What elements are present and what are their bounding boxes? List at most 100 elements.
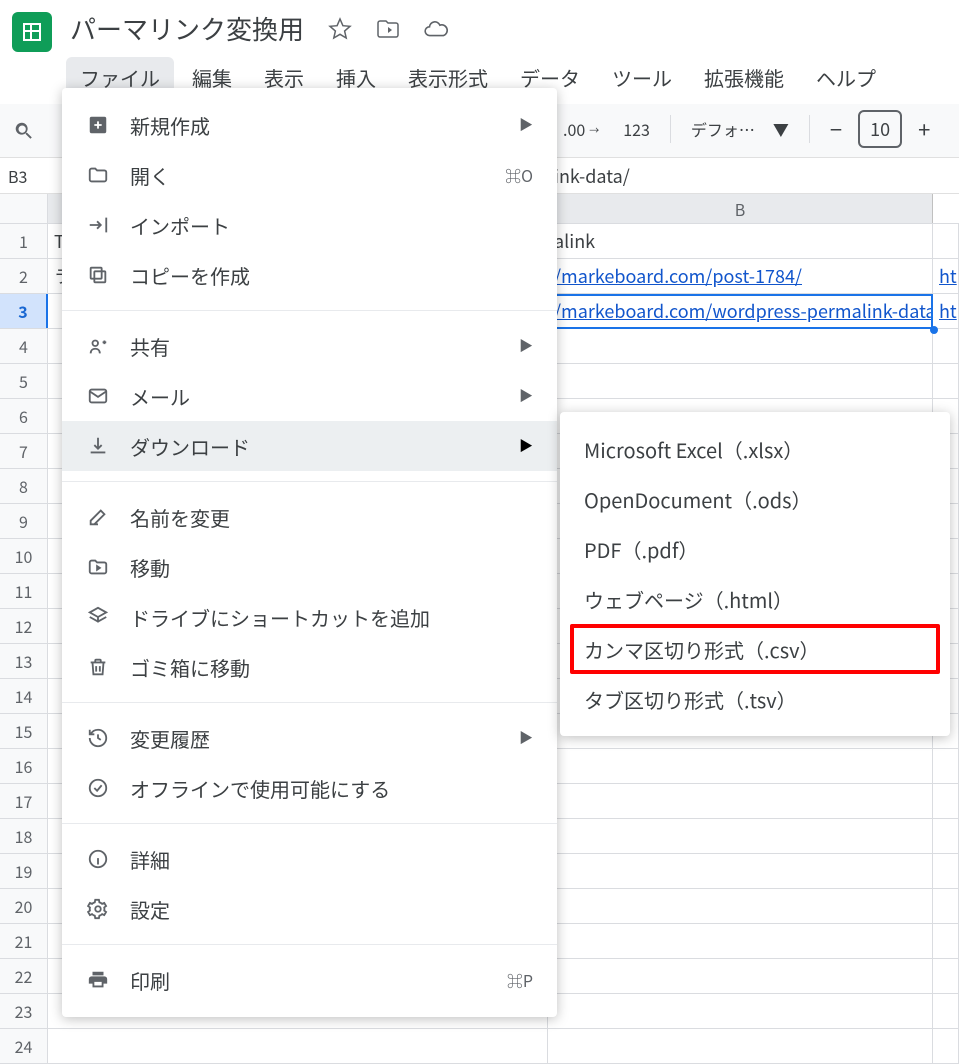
document-title[interactable]: パーマリンク変換用 (66, 8, 308, 49)
submenu-item[interactable]: PDF（.pdf） (560, 524, 950, 574)
cell[interactable] (933, 854, 959, 888)
row-header[interactable]: 4 (0, 329, 48, 363)
cell[interactable] (933, 364, 959, 398)
row-header[interactable]: 6 (0, 399, 48, 433)
submenu-item[interactable]: OpenDocument（.ods） (560, 474, 950, 524)
cell[interactable] (548, 994, 933, 1028)
menu-tools[interactable]: ツール (598, 57, 686, 98)
row-header[interactable]: 21 (0, 924, 48, 958)
row-header[interactable]: 13 (0, 644, 48, 678)
cell[interactable] (933, 959, 959, 993)
offline-icon (86, 776, 110, 800)
menu-item-share[interactable]: 共有▶ (62, 321, 557, 371)
menu-item-info[interactable]: 詳細 (62, 834, 557, 884)
menu-item-move[interactable]: 移動 (62, 542, 557, 592)
cell[interactable]: ht (933, 294, 959, 328)
row-header[interactable]: 23 (0, 994, 48, 1028)
fontsize-minus[interactable]: − (822, 109, 850, 149)
submenu-item[interactable]: タブ区切り形式（.tsv） (560, 674, 950, 724)
font-selector[interactable]: デフォ…▼ (683, 113, 797, 145)
chevron-right-icon: ▶ (519, 386, 533, 406)
row-header[interactable]: 20 (0, 889, 48, 923)
cell[interactable] (548, 329, 933, 363)
menu-item-settings[interactable]: 設定 (62, 884, 557, 934)
menu-item-download[interactable]: ダウンロード▶ (62, 421, 557, 471)
row-header[interactable]: 9 (0, 504, 48, 538)
menu-item-mail[interactable]: メール▶ (62, 371, 557, 421)
cell[interactable] (548, 924, 933, 958)
fontsize-plus[interactable]: + (910, 109, 938, 149)
cell[interactable] (933, 329, 959, 363)
menu-item-trash[interactable]: ゴミ箱に移動 (62, 642, 557, 692)
cell[interactable] (933, 784, 959, 818)
cell[interactable] (548, 364, 933, 398)
cell[interactable] (933, 749, 959, 783)
cell[interactable] (548, 819, 933, 853)
cell[interactable] (48, 1029, 548, 1063)
cell[interactable] (933, 819, 959, 853)
selection-handle[interactable] (930, 326, 938, 334)
cell[interactable] (933, 1029, 959, 1063)
row-header[interactable]: 10 (0, 539, 48, 573)
row-header[interactable]: 22 (0, 959, 48, 993)
shortcut: ⌘P (507, 968, 533, 992)
submenu-item-csv[interactable]: カンマ区切り形式（.csv） (570, 624, 940, 674)
row-header[interactable]: 2 (0, 259, 48, 293)
sheets-logo[interactable] (12, 12, 52, 52)
menu-item-shortcut[interactable]: ドライブにショートカットを追加 (62, 592, 557, 642)
submenu-item[interactable]: Microsoft Excel（.xlsx） (560, 424, 950, 474)
cell-reference[interactable]: B3 (0, 164, 54, 188)
cell[interactable] (933, 224, 959, 258)
row-header[interactable]: 11 (0, 574, 48, 608)
menu-extensions[interactable]: 拡張機能 (690, 57, 798, 98)
cell[interactable] (548, 889, 933, 923)
cell[interactable] (933, 994, 959, 1028)
submenu-item[interactable]: ウェブページ（.html） (560, 574, 950, 624)
cell[interactable] (548, 854, 933, 888)
cloud-icon[interactable] (420, 13, 452, 45)
fontsize-input[interactable]: 10 (858, 110, 902, 148)
row-header[interactable]: 3 (0, 294, 48, 328)
cell[interactable] (933, 924, 959, 958)
select-all-corner[interactable] (0, 194, 48, 223)
menu-item-folder[interactable]: 開く⌘O (62, 150, 557, 200)
cell[interactable] (548, 749, 933, 783)
cell[interactable]: alink (548, 224, 933, 258)
column-header-b[interactable]: B (548, 194, 933, 223)
row-header[interactable]: 7 (0, 434, 48, 468)
menu-item-print[interactable]: 印刷⌘P (62, 955, 557, 1005)
cell[interactable]: /markeboard.com/post-1784/ (548, 259, 933, 293)
row-header[interactable]: 5 (0, 364, 48, 398)
row-header[interactable]: 12 (0, 609, 48, 643)
menu-item-history[interactable]: 変更履歴▶ (62, 713, 557, 763)
row-header[interactable]: 14 (0, 679, 48, 713)
menu-help[interactable]: ヘルプ (802, 57, 890, 98)
row-header[interactable]: 1 (0, 224, 48, 258)
menu-item-plus-box[interactable]: 新規作成▶ (62, 100, 557, 150)
star-icon[interactable] (324, 13, 356, 45)
row-header[interactable]: 24 (0, 1029, 48, 1063)
cell[interactable]: ht (933, 259, 959, 293)
cell[interactable] (548, 784, 933, 818)
download-submenu: Microsoft Excel（.xlsx）OpenDocument（.ods）… (560, 412, 950, 736)
row-header[interactable]: 15 (0, 714, 48, 748)
menu-item-rename[interactable]: 名前を変更 (62, 492, 557, 542)
search-icon[interactable] (10, 117, 38, 145)
separator (809, 115, 810, 143)
cell[interactable] (933, 889, 959, 923)
row-header[interactable]: 17 (0, 784, 48, 818)
move-to-folder-icon[interactable] (372, 13, 404, 45)
row-header[interactable]: 18 (0, 819, 48, 853)
cell[interactable]: /markeboard.com/wordpress-permalink-data… (548, 294, 933, 328)
cell[interactable] (548, 1029, 933, 1063)
cell[interactable] (548, 959, 933, 993)
format-123-button[interactable]: 123 (615, 113, 658, 145)
row-header[interactable]: 19 (0, 854, 48, 888)
menu-item-copy[interactable]: コピーを作成 (62, 250, 557, 300)
row-header[interactable]: 8 (0, 469, 48, 503)
decimal-more-button[interactable]: .00→ (555, 113, 607, 145)
menu-item-offline[interactable]: オフラインで使用可能にする (62, 763, 557, 813)
row-header[interactable]: 16 (0, 749, 48, 783)
menu-item-import[interactable]: インポート (62, 200, 557, 250)
file-menu: 新規作成▶開く⌘Oインポートコピーを作成共有▶メール▶ダウンロード▶ 名前を変更移… (62, 88, 557, 1017)
